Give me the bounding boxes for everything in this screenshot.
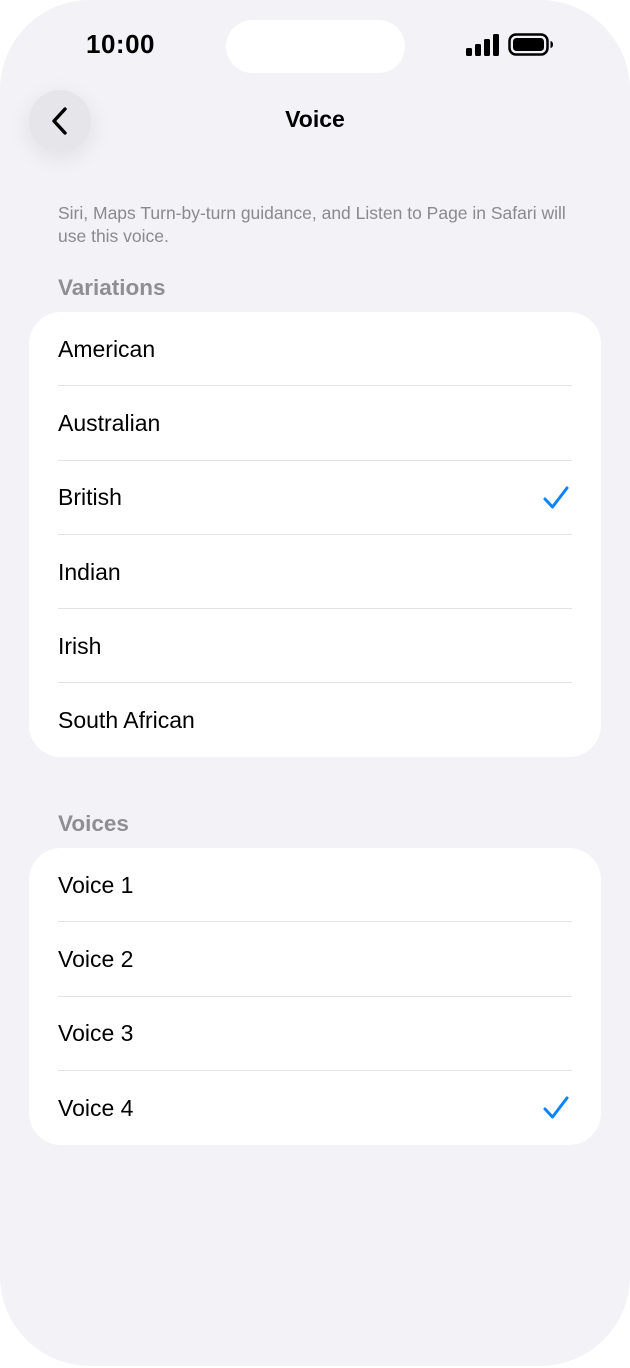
variation-label: South African <box>58 707 195 734</box>
variation-label: Indian <box>58 558 121 585</box>
voice-item-4[interactable]: Voice 4 <box>29 1071 601 1145</box>
voice-label: Voice 4 <box>58 1094 134 1121</box>
voice-item-3[interactable]: Voice 3 <box>29 997 601 1071</box>
variation-item-australian[interactable]: Australian <box>29 386 601 461</box>
variation-item-american[interactable]: American <box>29 312 601 387</box>
dynamic-island <box>226 20 405 73</box>
variation-item-south-african[interactable]: South African <box>29 683 601 757</box>
variation-item-british[interactable]: British <box>29 461 601 535</box>
voices-list: Voice 1 Voice 2 Voice 3 Voice 4 <box>29 848 601 1145</box>
battery-icon <box>508 33 553 56</box>
page-title: Voice <box>285 106 345 132</box>
voice-label: Voice 3 <box>58 1020 134 1047</box>
checkmark-icon <box>543 1096 569 1119</box>
checkmark-icon <box>543 486 569 509</box>
variation-label: Irish <box>58 632 102 659</box>
voice-item-1[interactable]: Voice 1 <box>29 848 601 923</box>
section-header-voices: Voices <box>58 811 129 836</box>
phone-screen: 10:00 Voice Siri, Maps Turn-by-turn guid… <box>0 0 630 1366</box>
section-header-variations: Variations <box>58 275 166 300</box>
cellular-signal-icon <box>466 34 499 56</box>
variation-label: British <box>58 484 122 511</box>
voice-item-2[interactable]: Voice 2 <box>29 922 601 997</box>
variation-label: Australian <box>58 409 161 436</box>
voice-label: Voice 2 <box>58 945 134 972</box>
variation-label: American <box>58 335 156 362</box>
variation-item-irish[interactable]: Irish <box>29 609 601 684</box>
status-time: 10:00 <box>86 29 155 59</box>
variations-list: American Australian British Indian Irish… <box>29 312 601 757</box>
voice-label: Voice 1 <box>58 871 134 898</box>
voice-description: Siri, Maps Turn-by-turn guidance, and Li… <box>58 203 566 246</box>
variation-item-indian[interactable]: Indian <box>29 535 601 610</box>
